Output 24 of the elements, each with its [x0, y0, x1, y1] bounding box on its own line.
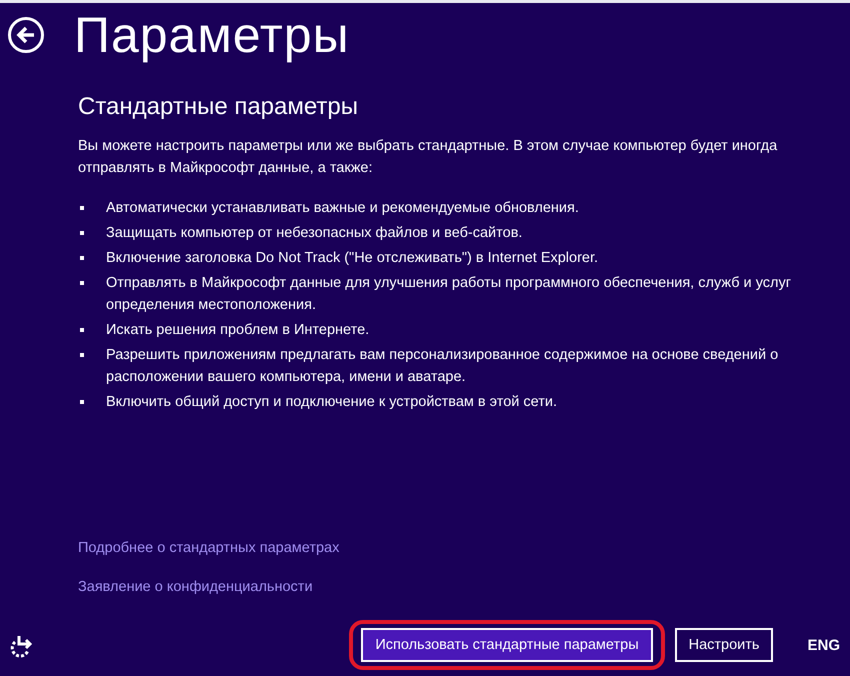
bullet-text: Искать решения проблем в Интернете.: [106, 321, 370, 340]
back-arrow-icon: [16, 26, 36, 44]
bullet-text: Защищать компьютер от небезопасных файлов и веб-сайтов.: [106, 224, 522, 243]
info-link[interactable]: Заявление о конфиденциальности: [78, 577, 313, 598]
bullet-icon: [80, 206, 84, 210]
bullet-icon: [80, 400, 84, 404]
bullet-text: Включить общий доступ и подключение к устройствам в этой сети.: [106, 393, 557, 412]
bullet-icon: [80, 353, 84, 357]
bullet-text: Отправлять в Майкрософт данные для улучшения работы программного обеспечения, служб и услуг определения местоположения.: [106, 274, 792, 315]
bullet-text: Автоматически устанавливать важные и рекомендуемые обновления.: [106, 199, 579, 218]
bullet-icon: [80, 281, 84, 285]
bullet-icon: [80, 231, 84, 235]
language-indicator[interactable]: ENG: [807, 636, 840, 654]
use-default-button[interactable]: Использовать стандартные параметры: [361, 628, 653, 662]
intro-text: Вы можете настроить параметры или же выбрать стандартные. В этом случае компьютер будет иногда отправлять в Майкрософт данные, а также:: [78, 137, 778, 178]
bullet-text: Включение заголовка Do Not Track ("Не отслеживать") в Internet Explorer.: [106, 249, 598, 268]
bullet-icon: [80, 256, 84, 260]
page-title: Параметры: [74, 7, 350, 63]
back-button[interactable]: [8, 17, 44, 53]
customize-button[interactable]: Настроить: [674, 628, 774, 662]
section-title: Стандартные параметры: [78, 93, 360, 121]
bullet-icon: [80, 328, 84, 332]
info-link[interactable]: Подробнее о стандартных параметрах: [78, 538, 340, 559]
bullet-text: Разрешить приложениям предлагать вам персонализированное содержимое на основе сведений о расположении вашего компьютера, имени и аватаре.: [106, 346, 780, 387]
